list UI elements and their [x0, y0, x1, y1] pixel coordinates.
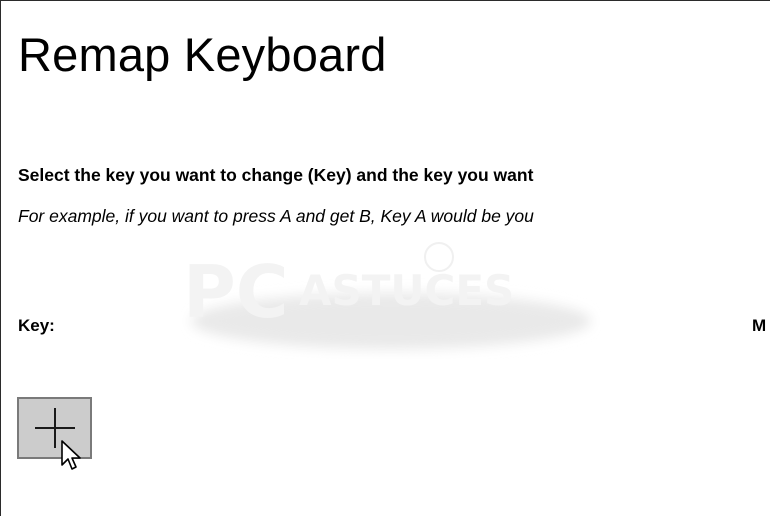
instruction-text: Select the key you want to change (Key) … — [18, 165, 534, 185]
svg-text:ASTUCES: ASTUCES — [299, 266, 514, 315]
mapped-to-column-header: M — [752, 316, 767, 335]
add-key-remapping-button[interactable] — [17, 397, 92, 459]
plus-icon — [34, 408, 75, 448]
key-column-header: Key: — [18, 316, 55, 335]
svg-text:PC: PC — [183, 250, 289, 334]
page-title: Remap Keyboard — [18, 28, 387, 81]
remap-keyboard-window: Remap Keyboard Select the key you want t… — [0, 0, 770, 516]
example-text: For example, if you want to press A and … — [18, 206, 534, 226]
pcastuces-watermark-logo: PC ASTUCES — [183, 242, 591, 349]
